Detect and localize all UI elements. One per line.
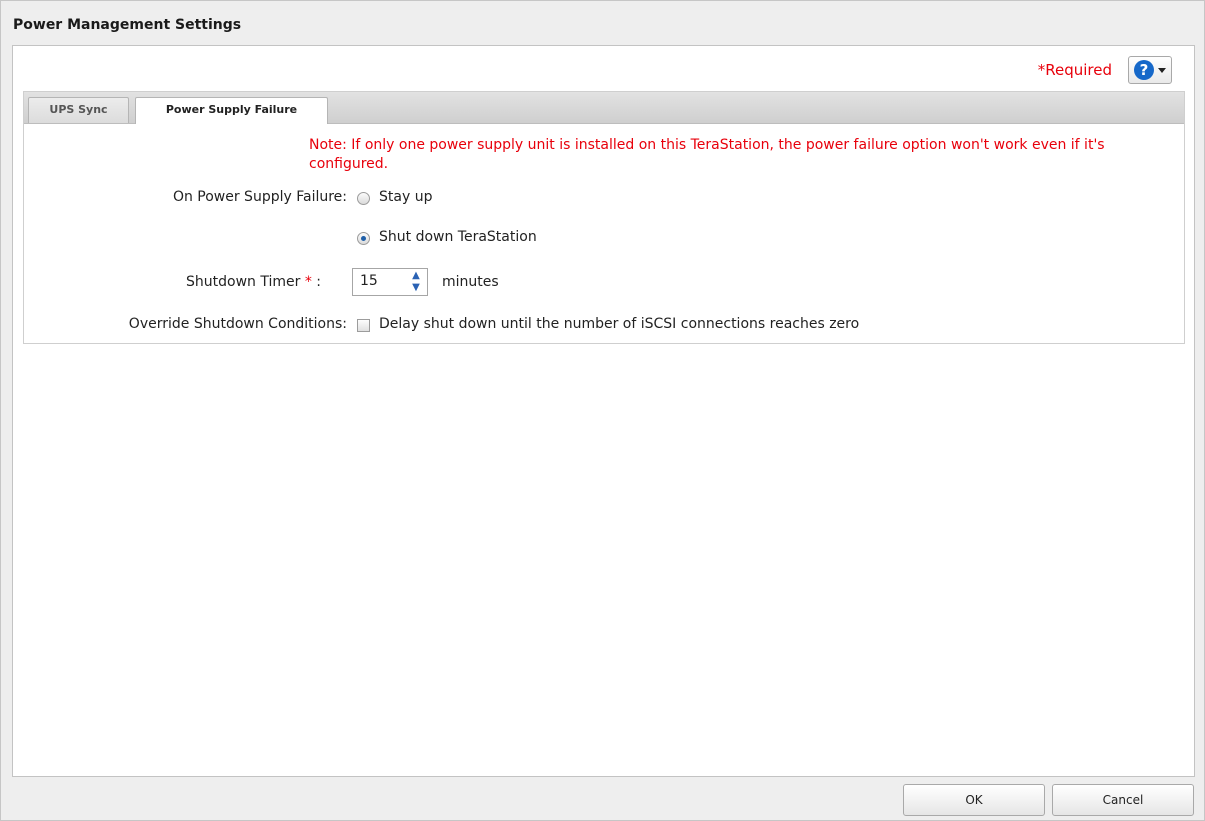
delay-shutdown-label: Delay shut down until the number of iSCS… xyxy=(379,316,860,332)
tab-bar: UPS Sync Power Supply Failure xyxy=(24,92,1184,124)
chevron-down-icon[interactable]: ▼ xyxy=(407,282,425,294)
dialog-title: Power Management Settings xyxy=(13,17,242,33)
power-management-dialog: Power Management Settings *Required ? UP… xyxy=(0,0,1205,821)
shut-down-label: Shut down TeraStation xyxy=(379,229,537,245)
required-asterisk: * xyxy=(304,274,312,290)
question-circle-icon: ? xyxy=(1134,60,1154,80)
shut-down-radio[interactable] xyxy=(357,232,370,245)
tab-ups-sync[interactable]: UPS Sync xyxy=(28,97,129,123)
settings-panel: UPS Sync Power Supply Failure Note: If o… xyxy=(23,91,1185,344)
override-label: Override Shutdown Conditions: xyxy=(128,316,347,332)
cancel-button[interactable]: Cancel xyxy=(1052,784,1194,816)
stay-up-label: Stay up xyxy=(379,189,433,205)
shutdown-timer-value[interactable]: 15 xyxy=(360,273,378,289)
timer-unit-label: minutes xyxy=(442,274,499,290)
chevron-up-icon[interactable]: ▲ xyxy=(407,270,425,282)
timer-colon: : xyxy=(316,274,321,290)
shutdown-timer-label-row: Shutdown Timer * : xyxy=(151,274,321,290)
warning-note: Note: If only one power supply unit is i… xyxy=(309,137,1105,172)
power-failure-label: On Power Supply Failure: xyxy=(172,189,347,205)
required-legend: *Required xyxy=(1037,61,1112,79)
shutdown-timer-stepper[interactable]: 15 ▲ ▼ xyxy=(352,268,428,296)
caret-down-icon xyxy=(1158,68,1166,73)
stay-up-radio[interactable] xyxy=(357,192,370,205)
ok-button[interactable]: OK xyxy=(903,784,1045,816)
delay-shutdown-checkbox[interactable] xyxy=(357,319,370,332)
help-dropdown-button[interactable]: ? xyxy=(1128,56,1172,84)
shutdown-timer-label: Shutdown Timer xyxy=(186,274,301,290)
dialog-content: *Required ? UPS Sync Power Supply Failur… xyxy=(12,45,1195,777)
tab-power-supply-failure[interactable]: Power Supply Failure xyxy=(135,97,328,124)
